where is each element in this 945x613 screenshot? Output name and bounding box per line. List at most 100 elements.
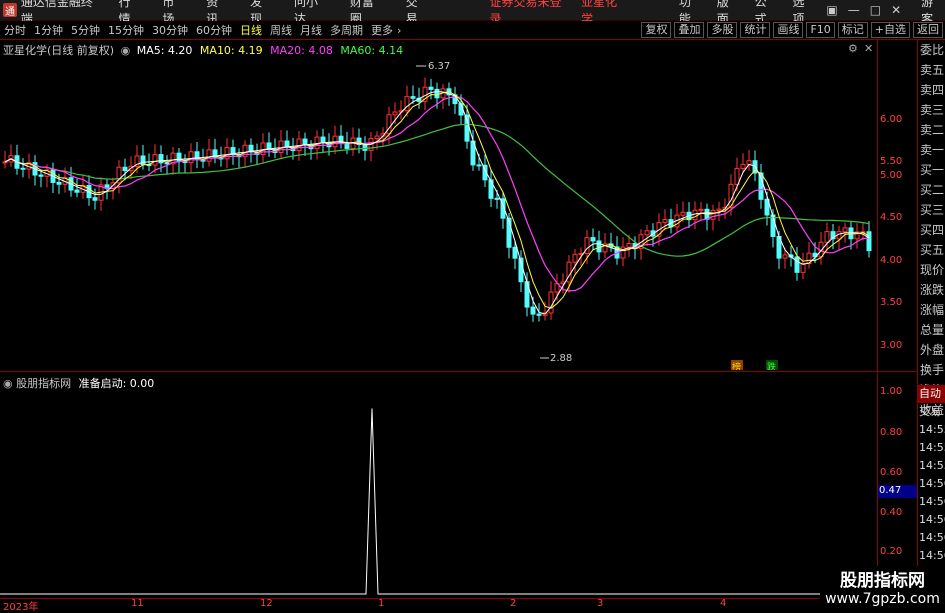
price-axis — [877, 40, 917, 600]
period-5min[interactable]: 5分钟 — [67, 22, 104, 38]
candle-body — [122, 166, 128, 172]
side-price: 现价 — [920, 263, 945, 277]
candle-body — [428, 86, 434, 90]
candle-body — [626, 243, 632, 248]
high-price-label: 6.37 — [428, 61, 450, 72]
date-tick: 1 — [378, 598, 385, 609]
svg-text:榜: 榜 — [732, 361, 741, 370]
tick-time: 14:56 — [919, 495, 945, 508]
period-multi[interactable]: 多周期 — [326, 22, 367, 38]
candle-body — [530, 306, 536, 315]
f10-button[interactable]: F10 — [806, 22, 835, 38]
period-1min[interactable]: 1分钟 — [30, 22, 67, 38]
candle-body — [590, 237, 596, 242]
period-fenshi[interactable]: 分时 — [0, 22, 30, 38]
add-watchlist-button[interactable]: +自选 — [870, 22, 910, 38]
candle-body — [710, 209, 716, 220]
side-buy2: 买二 — [920, 183, 945, 197]
indicator-chart[interactable] — [0, 372, 877, 598]
date-tick: 2 — [510, 598, 517, 609]
side-buy1: 买一 — [920, 163, 945, 177]
chevron-right-icon[interactable]: › — [397, 24, 401, 37]
candle-body — [782, 254, 788, 259]
date-axis: 2023年 11 12 1 2 3 4 — [0, 598, 917, 613]
title-bar: 通 通达信金融终端 行情 市场 资讯 发现 问小达 财富圈 交易 证券交易未登录… — [0, 0, 945, 26]
period-15min[interactable]: 15分钟 — [104, 22, 148, 38]
minimize-icon[interactable]: — — [848, 3, 860, 17]
period-60min[interactable]: 60分钟 — [192, 22, 236, 38]
candle-body — [152, 154, 158, 166]
period-30min[interactable]: 30分钟 — [148, 22, 192, 38]
auto-tab[interactable]: 自动 — [917, 385, 945, 403]
date-tick: 11 — [131, 598, 144, 609]
huaxian-button[interactable]: 画线 — [773, 22, 804, 38]
side-sell4: 卖四 — [920, 83, 945, 97]
tick-time: 14:55 — [919, 441, 945, 454]
duogu-button[interactable]: 多股 — [707, 22, 738, 38]
candle-body — [512, 246, 518, 259]
candle-body — [188, 151, 194, 164]
candle-body — [824, 231, 830, 243]
side-buy5: 买五 — [920, 243, 945, 257]
biaoji-button[interactable]: 标记 — [837, 22, 868, 38]
tick-time: 14:55 — [919, 423, 945, 436]
candle-body — [404, 96, 410, 112]
tongji-button[interactable]: 统计 — [740, 22, 771, 38]
side-sell2: 卖二 — [920, 123, 945, 137]
candle-body — [866, 231, 872, 252]
period-weekly[interactable]: 周线 — [266, 22, 296, 38]
candle-body — [596, 240, 602, 253]
period-monthly[interactable]: 月线 — [296, 22, 326, 38]
tick-time: 14:56 — [919, 477, 945, 490]
badge-rank[interactable]: 榜 — [731, 360, 743, 370]
period-toolbar: 分时 1分钟 5分钟 15分钟 30分钟 60分钟 日线 周线 月线 多周期 更… — [0, 21, 945, 40]
candle-body — [374, 135, 380, 140]
side-bottom-panel: 自动 交易 14:55 14:55 14:55 14:56 14:56 14:5… — [917, 385, 945, 565]
period-daily[interactable]: 日线 — [236, 22, 266, 38]
period-more[interactable]: 更多 — [367, 22, 397, 38]
candle-body — [716, 208, 722, 211]
candle-body — [842, 227, 848, 233]
side-weibi: 委比 — [920, 43, 945, 57]
candle-body — [206, 149, 212, 162]
candle-body — [434, 88, 440, 99]
back-button[interactable]: 返回 — [913, 22, 943, 38]
side-buy3: 买三 — [920, 203, 945, 217]
candle-body — [644, 230, 650, 236]
candle-body — [296, 138, 302, 152]
low-price-marker: 2.88 — [540, 353, 572, 364]
ma20-line — [4, 96, 870, 292]
watermark-title: 股朋指标网 — [840, 571, 925, 591]
trade-tab[interactable]: 交易 — [917, 403, 945, 421]
side-outer: 外盘 — [920, 343, 945, 357]
side-sell1: 卖一 — [920, 143, 945, 157]
tick-time: 14:55 — [919, 459, 945, 472]
date-tick: 3 — [597, 598, 604, 609]
tick-time: 14:56 — [919, 531, 945, 544]
candle-body — [476, 164, 482, 167]
side-buy4: 买四 — [920, 223, 945, 237]
badge-fall[interactable]: 跌 — [766, 360, 778, 370]
candle-body — [20, 167, 26, 170]
candle-body — [488, 179, 494, 199]
kline-chart[interactable]: 6.37 2.88 榜 跌 — [0, 40, 877, 370]
side-sell3: 卖三 — [920, 103, 945, 117]
high-price-marker: 6.37 — [416, 61, 450, 72]
candle-body — [794, 256, 800, 273]
candle-body — [410, 96, 416, 99]
restore-icon[interactable]: ▣ — [826, 3, 837, 17]
diejia-button[interactable]: 叠加 — [674, 22, 705, 38]
fuquan-button[interactable]: 复权 — [641, 22, 672, 38]
maximize-icon[interactable]: □ — [870, 3, 881, 17]
date-tick: 12 — [260, 598, 273, 609]
tick-time: 14:56 — [919, 513, 945, 526]
side-change: 涨跌 — [920, 283, 945, 297]
side-sell5: 卖五 — [920, 63, 945, 77]
date-tick: 4 — [720, 598, 727, 609]
watermark-url: www.7gpzb.com — [825, 591, 940, 607]
candle-body — [314, 136, 320, 150]
candle-body — [2, 161, 8, 164]
candle-body — [320, 136, 326, 144]
close-icon[interactable]: ✕ — [891, 3, 901, 17]
svg-text:跌: 跌 — [767, 362, 776, 370]
